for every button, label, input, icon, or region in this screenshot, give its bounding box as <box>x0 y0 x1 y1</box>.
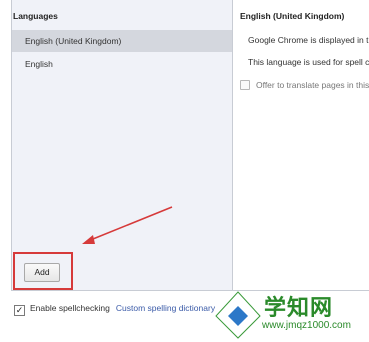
watermark-logo-icon <box>215 291 261 339</box>
add-language-button[interactable]: Add <box>24 263 60 282</box>
spellcheck-checkbox[interactable]: ✓ <box>14 305 25 316</box>
custom-dictionary-link[interactable]: Custom spelling dictionary <box>116 303 215 313</box>
watermark: 学知网 www.jmqz1000.com <box>214 284 369 342</box>
watermark-url: www.jmqz1000.com <box>262 320 351 331</box>
spellcheck-row: ✓ Enable spellchecking Custom spelling dic… <box>14 303 215 316</box>
spellcheck-label: Enable spellchecking <box>30 303 110 313</box>
watermark-title: 学知网 <box>264 295 334 320</box>
